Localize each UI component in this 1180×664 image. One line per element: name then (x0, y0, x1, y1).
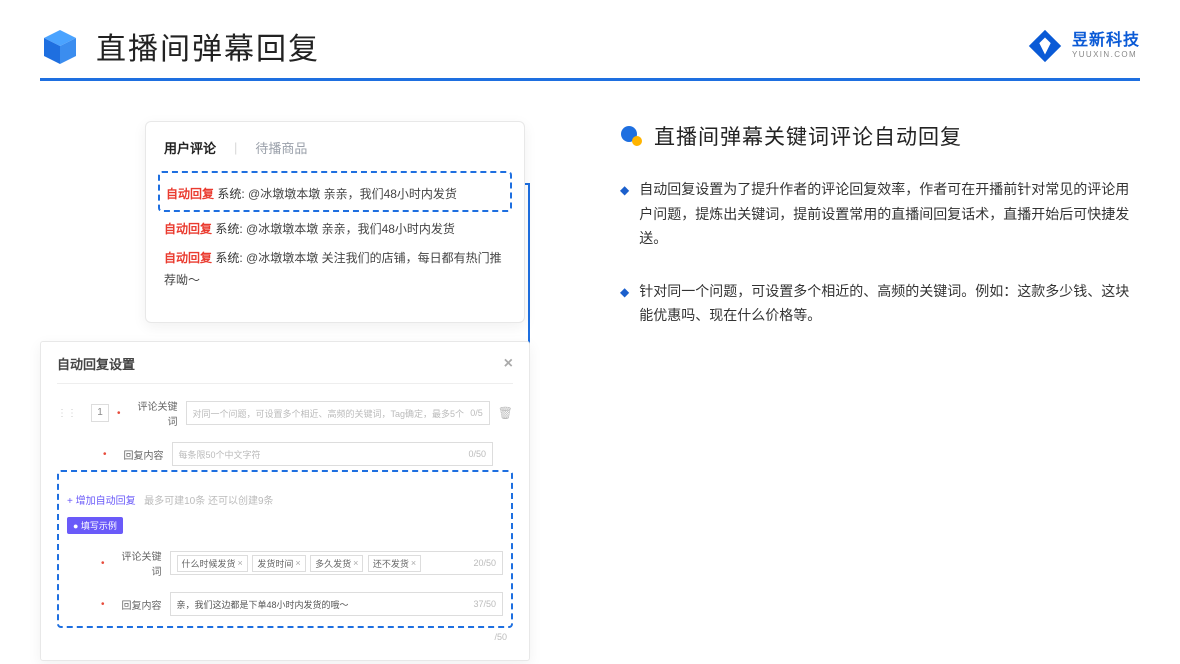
page-title: 直播间弹幕回复 (96, 24, 320, 68)
auto-reply-label: 自动回复 (166, 187, 214, 201)
diamond-icon: ◆ (620, 282, 629, 328)
required-dot: • (103, 449, 107, 460)
comment-row-1: 自动回复 系统: @冰墩墩本墩 亲亲，我们48小时内发货 (166, 183, 504, 206)
row-number: 1 (91, 404, 109, 422)
brand: 昱新科技 YUUXIN.COM (1026, 27, 1140, 65)
tag-3[interactable]: 多久发货× (310, 555, 363, 572)
chat-bubble-icon (620, 124, 644, 148)
settings-title: 自动回复设置 (57, 354, 135, 373)
system-label: 系统: (215, 251, 242, 265)
required-dot: • (117, 408, 121, 419)
tab-user-comments[interactable]: 用户评论 (164, 138, 216, 157)
header-left: 直播间弹幕回复 (40, 24, 320, 68)
ex-kw-count: 20/50 (473, 558, 496, 568)
bullet-2-text: 针对同一个问题，可设置多个相近的、高频的关键词。例如：这款多少钱、这块能优惠吗、… (639, 279, 1140, 328)
content-row: • 回复内容 每条限50个中文字符 0/50 (57, 442, 513, 466)
ex-tags: 什么时候发货× 发货时间× 多久发货× 还不发货× (177, 555, 424, 572)
ex-content-input[interactable]: 亲，我们这边都是下单48小时内发货的哦～ 37/50 (170, 592, 503, 616)
example-content-row: • 回复内容 亲，我们这边都是下单48小时内发货的哦～ 37/50 (67, 592, 503, 616)
right-column: 直播间弹幕关键词评论自动回复 ◆ 自动回复设置为了提升作者的评论回复效率，作者可… (570, 121, 1140, 356)
comment-row-3: 自动回复 系统: @冰墩墩本墩 关注我们的店铺，每日都有热门推荐呦～ (164, 247, 506, 293)
brand-text: 昱新科技 YUUXIN.COM (1072, 33, 1140, 59)
extra-count: /50 (57, 628, 513, 642)
content: 用户评论 | 待播商品 自动回复 系统: @冰墩墩本墩 亲亲，我们48小时内发货… (0, 81, 1180, 356)
bullet-2: ◆ 针对同一个问题，可设置多个相近的、高频的关键词。例如：这款多少钱、这块能优惠… (620, 279, 1140, 328)
content-placeholder: 每条限50个中文字符 (179, 448, 261, 461)
keyword-count: 0/5 (470, 408, 483, 418)
comments-tabs: 用户评论 | 待播商品 (164, 138, 506, 157)
ex-content-text: 亲，我们这边都是下单48小时内发货的哦～ (177, 598, 349, 611)
add-hint: 最多可建10条 还可以创建9条 (144, 496, 273, 507)
ex-keyword-label: 评论关键词 (114, 548, 162, 578)
highlighted-comment-row: 自动回复 系统: @冰墩墩本墩 亲亲，我们48小时内发货 (158, 171, 512, 212)
auto-reply-label: 自动回复 (164, 222, 212, 236)
tag-2[interactable]: 发货时间× (252, 555, 305, 572)
cube-icon (40, 26, 80, 66)
example-badge: ● 填写示例 (67, 517, 123, 534)
bullet-1: ◆ 自动回复设置为了提升作者的评论回复效率，作者可在开播前针对常见的评论用户问题… (620, 177, 1140, 251)
brand-logo-icon (1026, 27, 1064, 65)
tab-separator: | (234, 140, 237, 155)
ex-ct-count: 37/50 (473, 599, 496, 609)
tab-pending-goods[interactable]: 待播商品 (255, 138, 307, 157)
content-label: 回复内容 (116, 447, 164, 462)
tag-4[interactable]: 还不发货× (368, 555, 421, 572)
bullet-1-text: 自动回复设置为了提升作者的评论回复效率，作者可在开播前针对常见的评论用户问题，提… (639, 177, 1140, 251)
add-auto-reply-link[interactable]: + 增加自动回复 (67, 492, 136, 507)
left-column: 用户评论 | 待播商品 自动回复 系统: @冰墩墩本墩 亲亲，我们48小时内发货… (40, 121, 530, 356)
trash-icon[interactable]: 🗑 (498, 406, 513, 420)
keyword-input[interactable]: 对同一个问题，可设置多个相近、高频的关键词，Tag确定，最多5个 0/5 (186, 401, 490, 425)
page-header: 直播间弹幕回复 昱新科技 YUUXIN.COM (0, 0, 1180, 78)
comment-text: @冰墩墩本墩 亲亲，我们48小时内发货 (248, 187, 457, 201)
section-title: 直播间弹幕关键词评论自动回复 (654, 121, 962, 151)
example-keyword-row: • 评论关键词 什么时候发货× 发货时间× 多久发货× 还不发货× 20/50 (67, 548, 503, 578)
brand-cn: 昱新科技 (1072, 33, 1140, 50)
required-dot: • (101, 558, 105, 569)
keyword-row: ⋮⋮ 1 • 评论关键词 对同一个问题，可设置多个相近、高频的关键词，Tag确定… (57, 398, 513, 428)
keyword-placeholder: 对同一个问题，可设置多个相近、高频的关键词，Tag确定，最多5个 (193, 407, 465, 420)
required-dot: • (101, 599, 105, 610)
diamond-icon: ◆ (620, 180, 629, 251)
ex-content-label: 回复内容 (114, 597, 162, 612)
auto-reply-label: 自动回复 (164, 251, 212, 265)
content-count: 0/50 (468, 449, 486, 459)
comments-card: 用户评论 | 待播商品 自动回复 系统: @冰墩墩本墩 亲亲，我们48小时内发货… (145, 121, 525, 323)
close-icon[interactable]: × (504, 355, 513, 373)
content-input[interactable]: 每条限50个中文字符 0/50 (172, 442, 493, 466)
tag-1[interactable]: 什么时候发货× (177, 555, 248, 572)
system-label: 系统: (217, 187, 244, 201)
settings-title-bar: 自动回复设置 × (57, 354, 513, 384)
system-label: 系统: (215, 222, 242, 236)
settings-card: 自动回复设置 × ⋮⋮ 1 • 评论关键词 对同一个问题，可设置多个相近、高频的… (40, 341, 530, 661)
comment-text: @冰墩墩本墩 亲亲，我们48小时内发货 (246, 222, 455, 236)
brand-en: YUUXIN.COM (1072, 51, 1140, 59)
drag-icon[interactable]: ⋮⋮ (57, 408, 77, 419)
ex-keyword-input[interactable]: 什么时候发货× 发货时间× 多久发货× 还不发货× 20/50 (170, 551, 503, 575)
section-heading: 直播间弹幕关键词评论自动回复 (620, 121, 1140, 151)
keyword-label: 评论关键词 (130, 398, 178, 428)
example-dashed-box: + 增加自动回复 最多可建10条 还可以创建9条 ● 填写示例 • 评论关键词 … (57, 470, 513, 628)
comment-row-2: 自动回复 系统: @冰墩墩本墩 亲亲，我们48小时内发货 (164, 218, 506, 241)
